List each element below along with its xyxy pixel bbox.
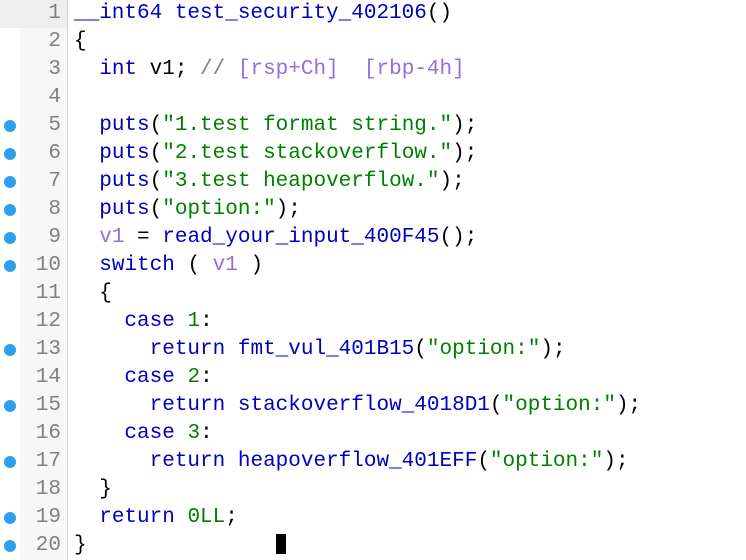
code-line: 7 puts("3.test heapoverflow."); [0,168,746,196]
code-line: 5 puts("1.test format string."); [0,112,746,140]
breakpoint-gutter[interactable] [0,196,20,224]
line-number: 20 [20,532,68,560]
code-line: 4 [0,84,746,112]
code-line: 2 { [0,28,746,56]
line-number: 15 [20,392,68,420]
breakpoint-gutter[interactable] [0,280,20,308]
code-line: 8 puts("option:"); [0,196,746,224]
breakpoint-gutter[interactable] [0,224,20,252]
line-number: 7 [20,168,68,196]
code-text[interactable]: return fmt_vul_401B15("option:"); [68,336,746,364]
line-number: 14 [20,364,68,392]
breakpoint-gutter[interactable] [0,364,20,392]
code-text[interactable]: switch ( v1 ) [68,252,746,280]
code-text[interactable]: puts("option:"); [68,196,746,224]
line-number: 13 [20,336,68,364]
breakpoint-gutter[interactable] [0,504,20,532]
line-number: 3 [20,56,68,84]
breakpoint-gutter[interactable] [0,308,20,336]
text-cursor [276,534,286,554]
code-text[interactable]: puts("3.test heapoverflow."); [68,168,746,196]
line-number: 8 [20,196,68,224]
code-text[interactable]: case 1: [68,308,746,336]
breakpoint-gutter[interactable] [0,28,20,56]
breakpoint-gutter[interactable] [0,532,20,560]
breakpoint-icon[interactable] [4,456,16,468]
line-number: 19 [20,504,68,532]
code-text[interactable]: case 2: [68,364,746,392]
code-line: 6 puts("2.test stackoverflow."); [0,140,746,168]
code-text[interactable]: return heapoverflow_401EFF("option:"); [68,448,746,476]
code-text[interactable]: return 0LL; [68,504,746,532]
code-text[interactable]: } [68,532,746,560]
breakpoint-icon[interactable] [4,512,16,524]
code-line: 18 } [0,476,746,504]
line-number: 12 [20,308,68,336]
code-text[interactable]: case 3: [68,420,746,448]
code-line: 17 return heapoverflow_401EFF("option:")… [0,448,746,476]
breakpoint-gutter[interactable] [0,168,20,196]
code-line: 12 case 1: [0,308,746,336]
breakpoint-icon[interactable] [4,176,16,188]
code-text[interactable]: { [68,28,746,56]
breakpoint-icon[interactable] [4,260,16,272]
breakpoint-icon[interactable] [4,232,16,244]
code-text[interactable] [68,84,746,112]
code-text[interactable]: puts("2.test stackoverflow."); [68,140,746,168]
code-text[interactable]: return stackoverflow_4018D1("option:"); [68,392,746,420]
breakpoint-gutter[interactable] [0,112,20,140]
line-number: 9 [20,224,68,252]
breakpoint-gutter[interactable] [0,420,20,448]
code-line: 9 v1 = read_your_input_400F45(); [0,224,746,252]
code-text[interactable]: { [68,280,746,308]
breakpoint-icon[interactable] [4,400,16,412]
code-text[interactable]: int v1; // [rsp+Ch] [rbp-4h] [68,56,746,84]
line-number: 11 [20,280,68,308]
code-line: 10 switch ( v1 ) [0,252,746,280]
line-number: 18 [20,476,68,504]
code-text[interactable]: puts("1.test format string."); [68,112,746,140]
breakpoint-gutter[interactable] [0,476,20,504]
code-text[interactable]: __int64 test_security_402106() [68,0,746,28]
code-line: 1 __int64 test_security_402106() [0,0,746,28]
breakpoint-gutter[interactable] [0,336,20,364]
breakpoint-gutter[interactable] [0,140,20,168]
breakpoint-icon[interactable] [4,344,16,356]
code-line: 19 return 0LL; [0,504,746,532]
line-number: 16 [20,420,68,448]
breakpoint-icon[interactable] [4,204,16,216]
line-number: 5 [20,112,68,140]
line-number: 1 [20,0,68,28]
code-line: 16 case 3: [0,420,746,448]
code-editor[interactable]: 1 __int64 test_security_402106() 2 { 3 i… [0,0,746,560]
breakpoint-gutter[interactable] [0,84,20,112]
breakpoint-gutter[interactable] [0,56,20,84]
line-number: 17 [20,448,68,476]
line-number: 10 [20,252,68,280]
breakpoint-icon[interactable] [4,148,16,160]
code-line: 15 return stackoverflow_4018D1("option:"… [0,392,746,420]
code-line: 14 case 2: [0,364,746,392]
breakpoint-gutter[interactable] [0,0,20,28]
line-number: 2 [20,28,68,56]
code-line: 3 int v1; // [rsp+Ch] [rbp-4h] [0,56,746,84]
breakpoint-gutter[interactable] [0,392,20,420]
code-line: 20 } [0,532,746,560]
breakpoint-gutter[interactable] [0,448,20,476]
code-line: 11 { [0,280,746,308]
breakpoint-gutter[interactable] [0,252,20,280]
line-number: 4 [20,84,68,112]
breakpoint-icon[interactable] [4,540,16,552]
breakpoint-icon[interactable] [4,120,16,132]
line-number: 6 [20,140,68,168]
code-line: 13 return fmt_vul_401B15("option:"); [0,336,746,364]
code-text[interactable]: v1 = read_your_input_400F45(); [68,224,746,252]
code-text[interactable]: } [68,476,746,504]
